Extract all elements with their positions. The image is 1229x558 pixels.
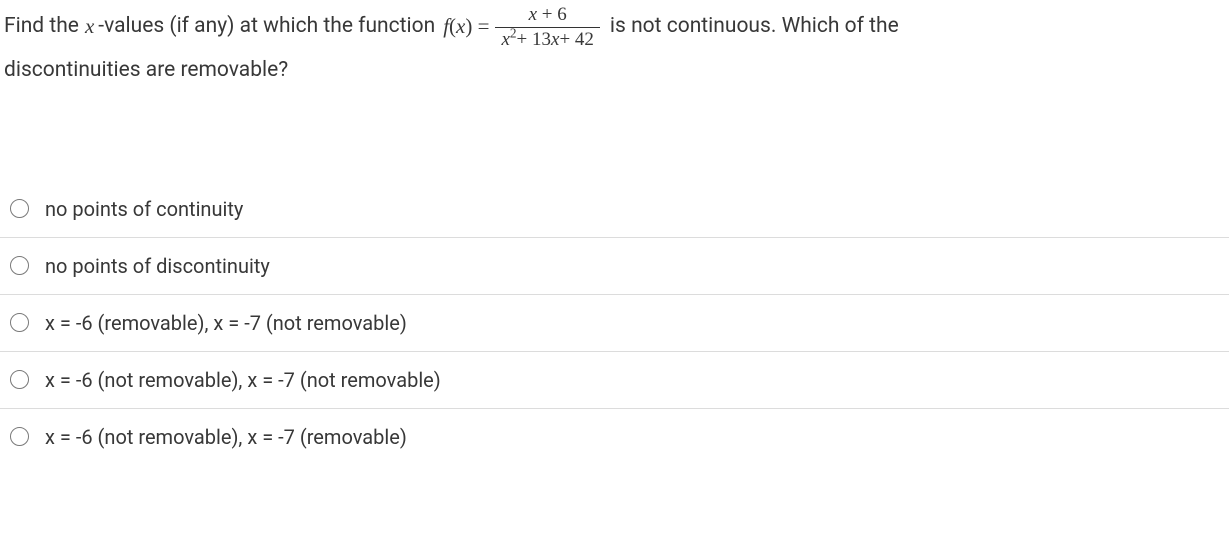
option-row[interactable]: x = -6 (not removable), x = -7 (not remo… [0,351,1229,408]
radio-icon[interactable] [10,199,29,218]
option-row[interactable]: no points of discontinuity [0,237,1229,294]
options-list: no points of continuity no points of dis… [0,181,1229,465]
radio-icon[interactable] [10,313,29,332]
option-row[interactable]: no points of continuity [0,181,1229,237]
option-row[interactable]: x = -6 (removable), x = -7 (not removabl… [0,294,1229,351]
option-row[interactable]: x = -6 (not removable), x = -7 (removabl… [0,408,1229,465]
numerator: x + 6 [523,4,573,27]
question-text-part: Find the [4,7,79,47]
question-text-part: is not continuous. Which of the [610,7,899,47]
function-label: f(x) = [443,7,489,47]
question-text-part: discontinuities are removable? [4,51,1225,91]
denominator: x2+ 13x+ 42 [495,27,599,51]
radio-icon[interactable] [10,370,29,389]
radio-icon[interactable] [10,256,29,275]
option-label: no points of discontinuity [45,254,270,278]
radio-icon[interactable] [10,427,29,446]
option-label: x = -6 (not removable), x = -7 (not remo… [45,368,441,392]
question-text-part: -values (if any) at which the function [98,7,435,47]
option-label: x = -6 (not removable), x = -7 (removabl… [45,425,407,449]
question-prompt: Find the x -values (if any) at which the… [0,0,1229,91]
option-label: x = -6 (removable), x = -7 (not removabl… [45,311,407,335]
fraction: x + 6 x2+ 13x+ 42 [495,4,599,51]
option-label: no points of continuity [45,197,243,221]
variable-x: x [85,7,94,47]
